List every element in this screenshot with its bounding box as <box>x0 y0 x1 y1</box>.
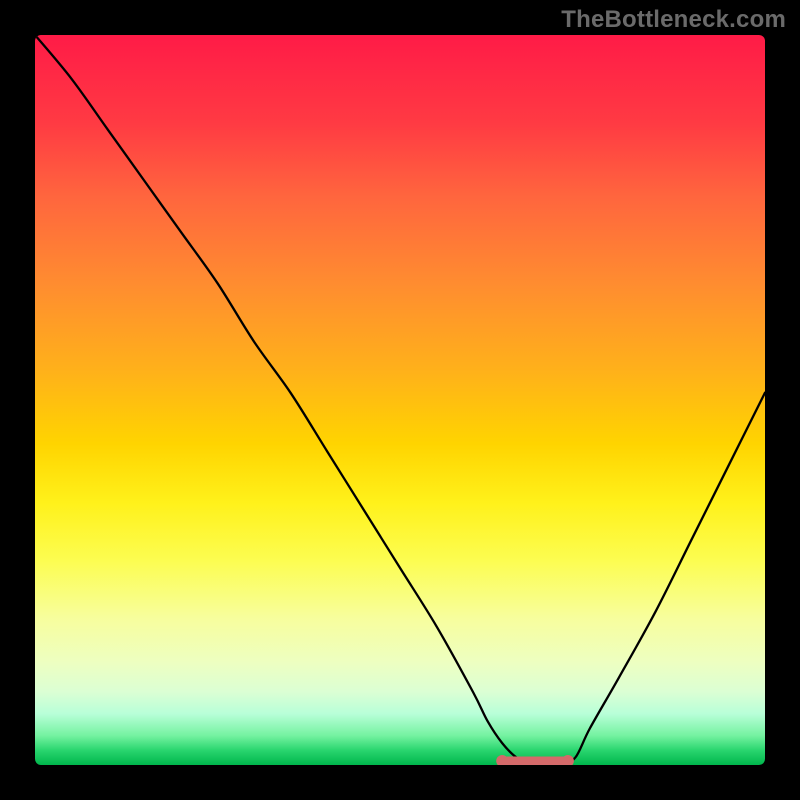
chart-frame: TheBottleneck.com <box>0 0 800 800</box>
watermark-text: TheBottleneck.com <box>561 6 786 34</box>
bottleneck-curve <box>35 35 765 765</box>
main-curve <box>35 35 765 765</box>
plot-area <box>35 35 765 765</box>
